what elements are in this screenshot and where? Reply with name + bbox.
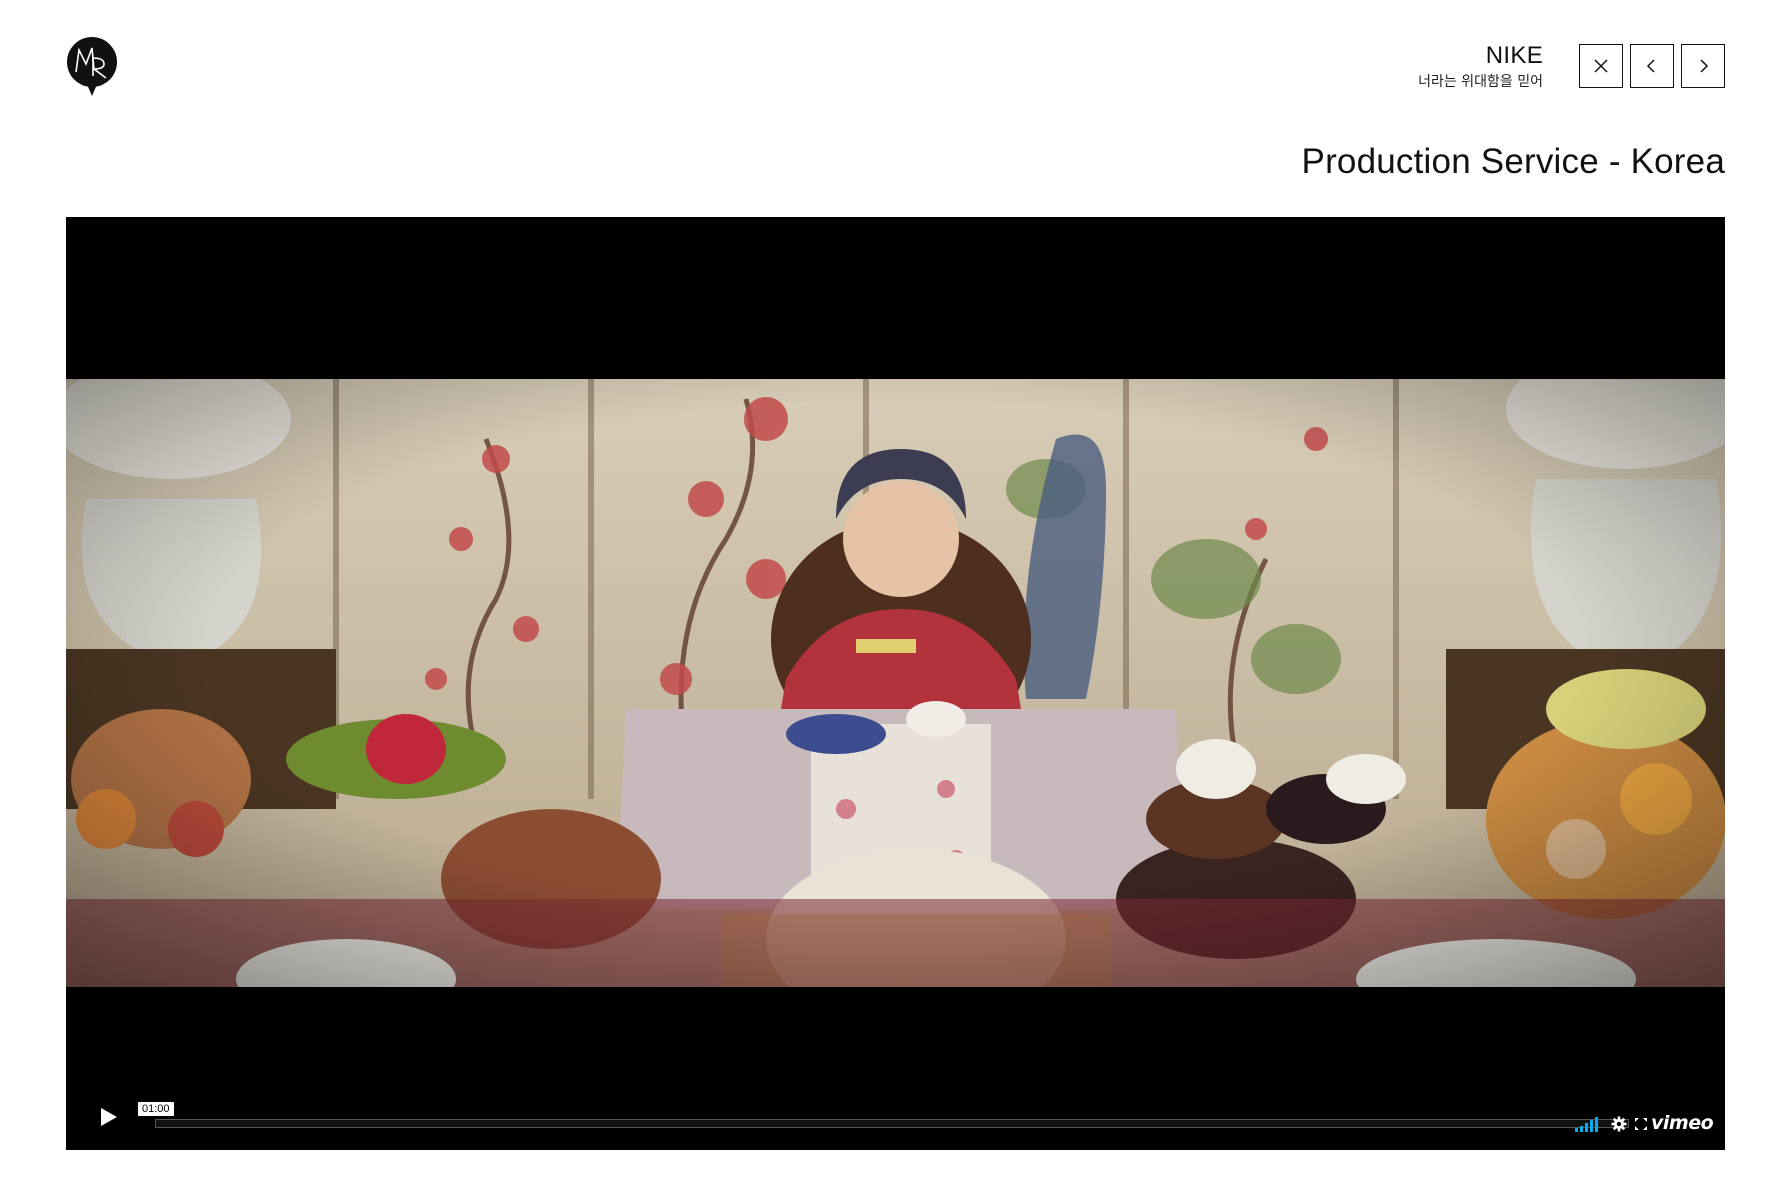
chevron-left-icon <box>1646 59 1655 73</box>
video-player[interactable]: 01:00 vimeo <box>66 217 1725 1150</box>
timecode-label: 01:00 <box>138 1102 174 1116</box>
video-frame[interactable] <box>66 379 1725 987</box>
gear-icon <box>1611 1116 1627 1132</box>
previous-project-button[interactable] <box>1630 44 1674 88</box>
play-icon <box>101 1108 117 1126</box>
progress-bar[interactable] <box>155 1119 1629 1128</box>
play-button[interactable] <box>96 1105 120 1129</box>
project-header: NIKE 너라는 위대함을 믿어 <box>1418 42 1543 92</box>
page-title: Production Service - Korea <box>1301 142 1725 181</box>
volume-control[interactable] <box>1574 1116 1599 1132</box>
fullscreen-icon <box>1635 1118 1647 1130</box>
project-client: NIKE <box>1485 42 1543 69</box>
chevron-right-icon <box>1700 59 1709 73</box>
close-icon <box>1594 59 1608 73</box>
next-project-button[interactable] <box>1681 44 1725 88</box>
video-still-image <box>66 379 1725 987</box>
site-logo[interactable] <box>66 36 118 98</box>
close-button[interactable] <box>1579 44 1623 88</box>
vimeo-logo[interactable]: vimeo <box>1651 1110 1714 1136</box>
fullscreen-button[interactable] <box>1634 1117 1648 1131</box>
volume-icon <box>1575 1117 1598 1132</box>
settings-button[interactable] <box>1611 1116 1627 1132</box>
mr-logo-icon <box>67 37 117 96</box>
project-subtitle: 너라는 위대함을 믿어 <box>1418 74 1543 90</box>
